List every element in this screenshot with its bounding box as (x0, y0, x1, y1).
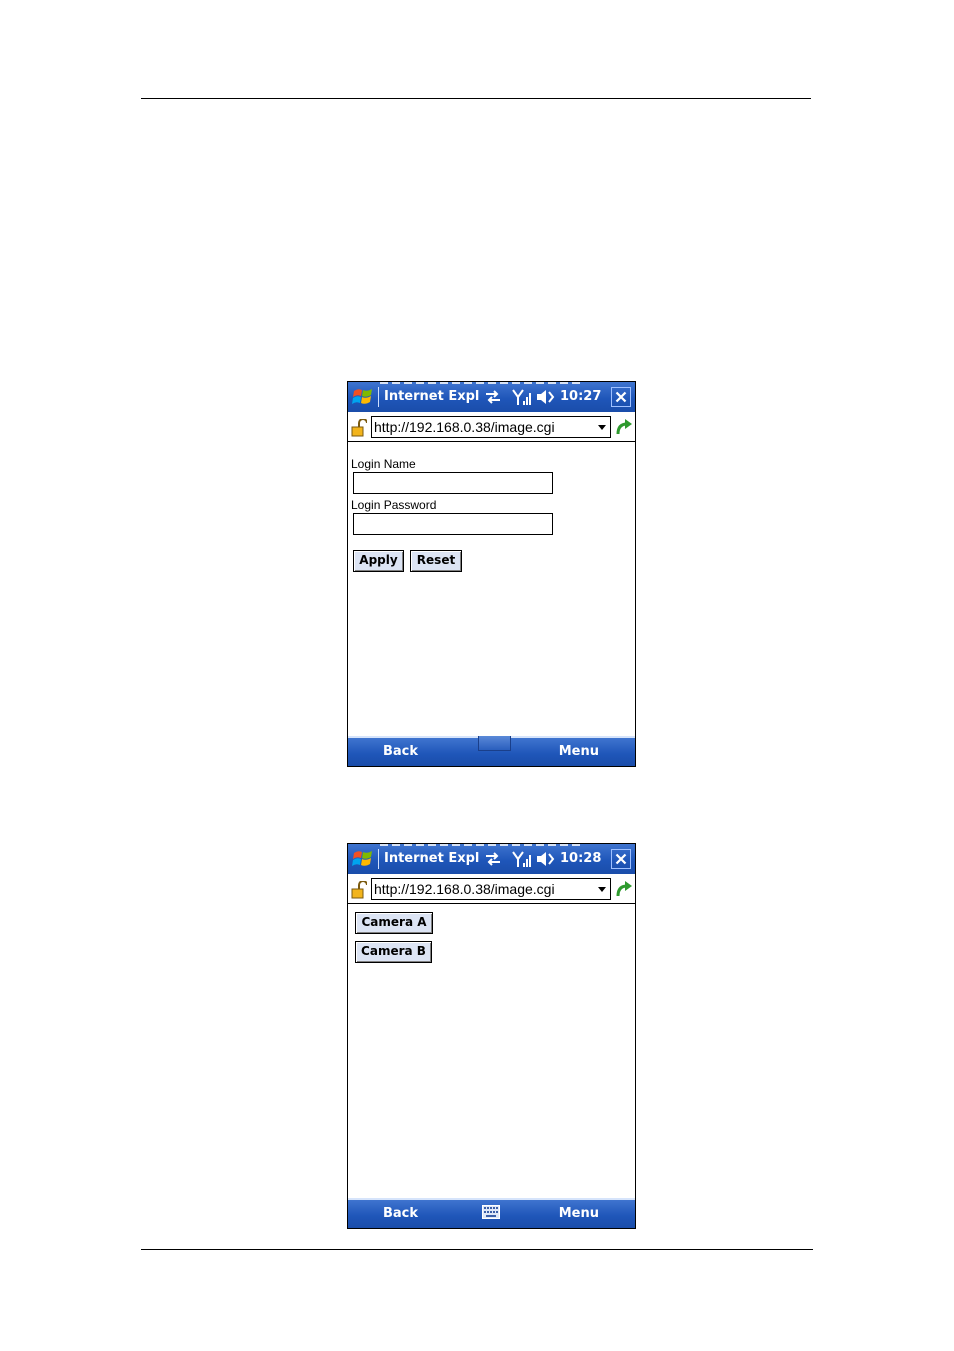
menu-softkey[interactable]: Menu (559, 1206, 599, 1221)
title-separator (378, 849, 379, 869)
lock-icon (351, 881, 367, 899)
pda-screen-cameras: Internet Explo 10:28 http://192.168.0.38… (347, 843, 636, 1229)
address-text[interactable]: http://192.168.0.38/image.cgi (374, 419, 555, 435)
signal-icon[interactable] (511, 849, 531, 869)
title-bar: Internet Explo 10:28 (348, 844, 635, 874)
login-name-label: Login Name (351, 457, 416, 471)
go-arrow-icon[interactable] (614, 417, 634, 437)
apply-button[interactable]: Apply (353, 550, 404, 572)
address-text[interactable]: http://192.168.0.38/image.cgi (374, 881, 555, 897)
back-softkey[interactable]: Back (383, 1206, 418, 1221)
login-password-label: Login Password (351, 498, 437, 512)
softkey-bar: Back Menu (348, 736, 635, 766)
title-bar: Internet Explo 10:27 (348, 382, 635, 412)
lock-icon (351, 419, 367, 437)
keyboard-icon[interactable] (482, 1205, 500, 1219)
connectivity-icon[interactable] (484, 388, 502, 406)
title-separator (378, 387, 379, 407)
window-title: Internet Explo (384, 851, 480, 866)
camera-a-button[interactable]: Camera A (355, 912, 433, 934)
windows-start-icon[interactable] (352, 849, 374, 869)
go-arrow-icon[interactable] (614, 879, 634, 899)
close-icon[interactable] (611, 387, 631, 407)
window-title: Internet Explo (384, 389, 480, 404)
close-icon[interactable] (611, 849, 631, 869)
volume-muted-icon[interactable] (535, 388, 555, 406)
chevron-down-icon[interactable] (598, 887, 606, 892)
title-bar-decoration (380, 382, 580, 384)
title-bar-decoration (380, 844, 580, 846)
softkey-bar: Back Menu (348, 1198, 635, 1228)
menu-softkey[interactable]: Menu (559, 744, 599, 759)
login-name-input[interactable] (353, 472, 553, 494)
address-bar-row: http://192.168.0.38/image.cgi (348, 412, 635, 442)
connectivity-icon[interactable] (484, 850, 502, 868)
clock[interactable]: 10:28 (560, 851, 601, 866)
reset-button[interactable]: Reset (410, 550, 462, 572)
back-softkey[interactable]: Back (383, 744, 418, 759)
signal-icon[interactable] (511, 387, 531, 407)
header-rule (141, 98, 811, 99)
address-bar-row: http://192.168.0.38/image.cgi (348, 874, 635, 904)
footer-rule (141, 1249, 813, 1250)
address-combobox[interactable]: http://192.168.0.38/image.cgi (371, 416, 611, 438)
keyboard-tab[interactable] (478, 736, 511, 751)
login-password-input[interactable] (353, 513, 553, 535)
address-combobox[interactable]: http://192.168.0.38/image.cgi (371, 878, 611, 900)
camera-b-button[interactable]: Camera B (355, 941, 432, 963)
clock[interactable]: 10:27 (560, 389, 601, 404)
windows-start-icon[interactable] (352, 387, 374, 407)
pda-screen-login: Internet Explo 10:27 http://192.168.0.38… (347, 381, 636, 767)
volume-muted-icon[interactable] (535, 850, 555, 868)
chevron-down-icon[interactable] (598, 425, 606, 430)
